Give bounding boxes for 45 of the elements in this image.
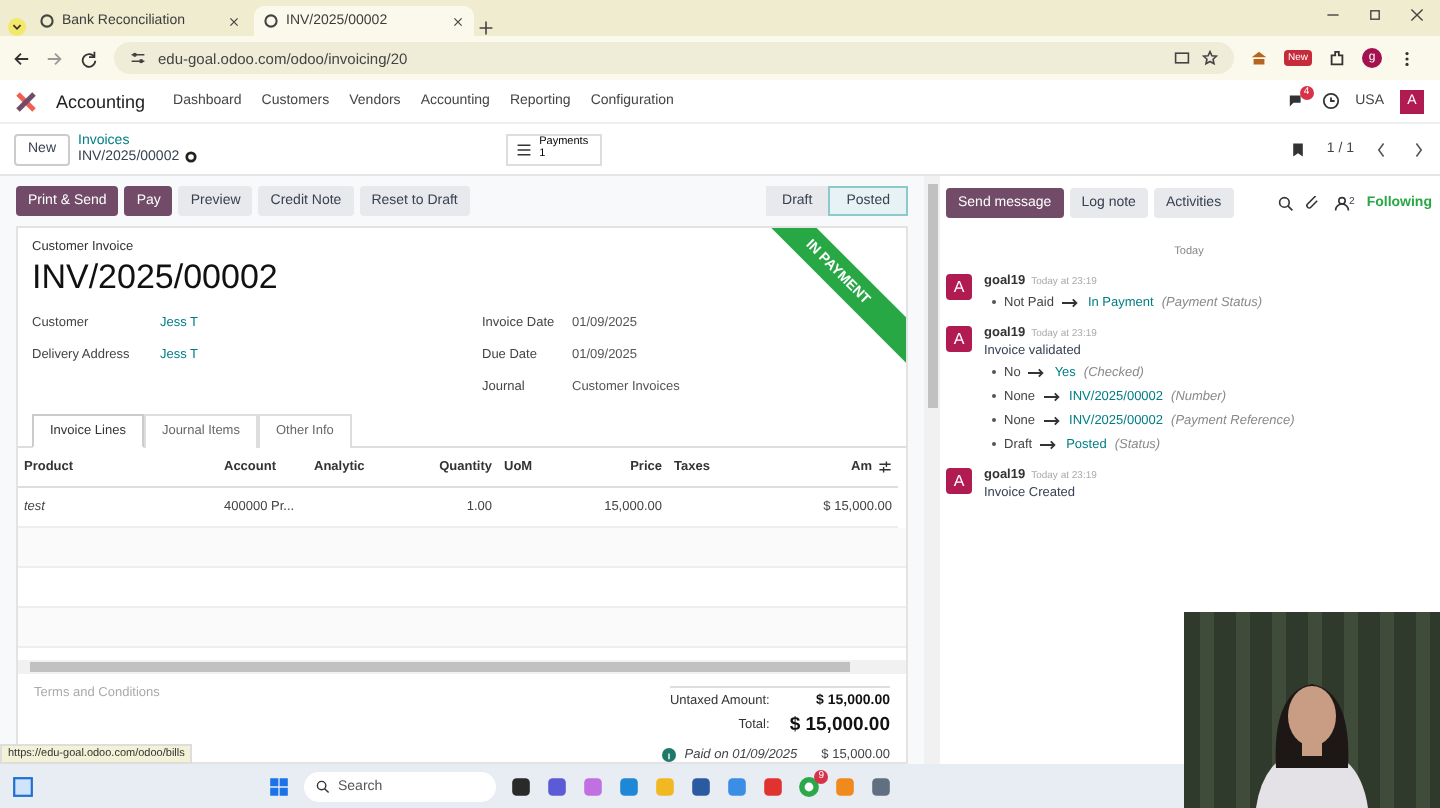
invoice-number: INV/2025/00002 [32, 258, 278, 298]
clock-icon[interactable] [1321, 92, 1340, 110]
next-icon[interactable] [1410, 141, 1426, 157]
previous-icon[interactable] [1374, 141, 1390, 157]
site-settings-icon [130, 50, 146, 66]
forward-icon[interactable] [46, 49, 64, 67]
author-avatar: A [946, 326, 972, 352]
close-icon[interactable] [228, 15, 240, 27]
close-icon[interactable] [1410, 7, 1424, 21]
search-icon [316, 779, 330, 793]
arrow-icon [1043, 387, 1062, 405]
reload-icon[interactable] [80, 49, 98, 67]
app-icon[interactable] [690, 775, 712, 797]
star-icon[interactable] [1202, 50, 1218, 66]
install-icon[interactable] [1174, 50, 1190, 66]
close-icon[interactable] [452, 15, 464, 27]
puzzle-icon[interactable] [1328, 49, 1347, 67]
author-avatar: A [946, 274, 972, 300]
restore-icon[interactable] [1368, 7, 1382, 21]
widgets-icon[interactable] [12, 775, 34, 797]
app-icon[interactable] [510, 775, 532, 797]
globe-icon [40, 14, 54, 28]
bookmark-icon[interactable] [1290, 141, 1307, 157]
bank-icon[interactable] [1250, 49, 1268, 67]
arrow-icon [1061, 293, 1080, 311]
globe-icon [264, 14, 278, 28]
arrow-icon [1040, 435, 1059, 453]
back-icon[interactable] [12, 49, 30, 67]
app-logo-icon [16, 91, 36, 111]
total-value: $ 15,000.00 [789, 714, 890, 736]
author-avatar: A [946, 468, 972, 494]
chat-icon [1287, 92, 1306, 110]
column-settings-icon[interactable] [878, 460, 892, 474]
arrow-icon [1043, 411, 1062, 429]
user-icon[interactable] [1333, 195, 1350, 211]
list-icon [515, 141, 532, 157]
browser-icon [798, 775, 820, 797]
arrow-icon [1028, 363, 1047, 381]
paperclip-icon[interactable] [1305, 195, 1322, 211]
app-name[interactable]: Accounting [56, 91, 146, 111]
tab-menu-icon[interactable] [8, 18, 26, 36]
gear-icon[interactable] [183, 150, 198, 164]
search-icon[interactable] [1277, 195, 1294, 211]
windows-icon[interactable] [268, 775, 290, 797]
add-icon[interactable] [478, 20, 494, 36]
